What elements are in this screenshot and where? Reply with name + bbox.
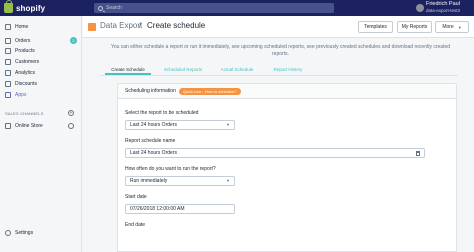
sidebar-item-label: Discounts xyxy=(15,80,37,87)
tab-scheduled-reports[interactable]: Scheduled Reports xyxy=(160,66,206,75)
quick-tour-button[interactable]: Quick tour - How to schedule? xyxy=(179,88,241,95)
frequency-label: How often do you want to run the report? xyxy=(125,166,216,172)
search-placeholder: Search xyxy=(106,5,122,11)
my-reports-button[interactable]: My Reports xyxy=(397,21,432,33)
home-icon xyxy=(5,23,11,30)
orders-count-badge: 2 xyxy=(70,37,77,44)
tab-bar: Create Schedule Scheduled Reports Actual… xyxy=(100,66,458,76)
sidebar-item-analytics[interactable]: Analytics xyxy=(0,67,82,78)
schedule-name-label: Report schedule name xyxy=(125,138,176,144)
schedule-name-field[interactable]: Last 24 hours Orders xyxy=(125,148,425,158)
brand-name: shopify xyxy=(16,3,46,13)
start-date-field[interactable]: 07/26/2018 12:00:00 AM xyxy=(125,204,235,214)
more-button-label: More xyxy=(442,24,454,30)
templates-button-label: Templates xyxy=(364,24,387,30)
sidebar-item-label: Settings xyxy=(15,229,34,236)
frequency-select[interactable]: Run immediately ▼ xyxy=(125,176,235,186)
store-icon xyxy=(5,122,11,129)
frequency-select-value: Run immediately xyxy=(130,178,168,184)
sidebar-item-label: Apps xyxy=(15,91,27,98)
card-header: Scheduling information Quick tour - How … xyxy=(118,84,456,99)
breadcrumb-separator: / xyxy=(139,21,142,30)
avatar[interactable] xyxy=(416,4,424,12)
shopify-logo[interactable]: shopify xyxy=(4,0,46,14)
sidebar: Home Orders 2 Products Customers Analyti… xyxy=(0,16,82,252)
sidebar-item-label: Customers xyxy=(15,58,40,65)
chevron-down-icon: ▼ xyxy=(226,178,230,183)
start-date-label: Start date xyxy=(125,194,147,200)
products-icon xyxy=(5,47,11,54)
breadcrumb[interactable]: Data Export xyxy=(100,21,142,30)
report-select-label: Select the report to be scheduled xyxy=(125,110,199,116)
sidebar-item-settings[interactable]: Settings xyxy=(0,227,82,238)
sidebar-item-label: Analytics xyxy=(15,69,36,76)
sidebar-item-home[interactable]: Home xyxy=(0,21,82,32)
sidebar-item-discounts[interactable]: Discounts xyxy=(0,78,82,89)
chevron-down-icon: ▼ xyxy=(226,122,230,127)
analytics-icon xyxy=(5,69,11,76)
customers-icon xyxy=(5,58,11,65)
my-reports-button-label: My Reports xyxy=(401,24,428,30)
more-button[interactable]: More ▼ xyxy=(435,21,469,33)
user-store: data-export-test3 xyxy=(426,8,461,13)
shopify-bag-icon xyxy=(4,0,13,13)
templates-button[interactable]: Templates xyxy=(358,21,393,33)
search-icon xyxy=(98,5,103,11)
discounts-icon xyxy=(5,80,11,87)
apps-icon xyxy=(5,91,11,98)
report-select[interactable]: Last 24 hours Orders ▼ xyxy=(125,120,235,130)
tab-actual-schedule[interactable]: Actual Schedule xyxy=(216,66,258,75)
sidebar-item-products[interactable]: Products xyxy=(0,45,82,56)
page-header: Data Export / Create schedule Templates … xyxy=(83,16,474,38)
view-online-store-icon[interactable] xyxy=(68,123,74,129)
sidebar-item-label: Orders xyxy=(15,37,31,44)
sidebar-item-label: Online Store xyxy=(15,122,43,129)
page-title: Create schedule xyxy=(147,21,206,30)
add-sales-channel-icon[interactable]: + xyxy=(68,110,74,116)
sidebar-item-apps[interactable]: Apps xyxy=(0,89,82,100)
trash-icon[interactable] xyxy=(416,151,420,156)
gear-icon xyxy=(5,229,11,236)
start-date-value: 07/26/2018 12:00:00 AM xyxy=(130,206,185,212)
data-export-app-icon xyxy=(88,23,96,31)
sidebar-item-label: Products xyxy=(15,47,35,54)
user-name: Friedrich Paul xyxy=(426,1,460,7)
search-input[interactable]: Search xyxy=(94,3,334,13)
report-select-value: Last 24 hours Orders xyxy=(130,122,177,128)
sidebar-item-label: Home xyxy=(15,23,29,30)
sidebar-item-customers[interactable]: Customers xyxy=(0,56,82,67)
scheduling-card: Scheduling information Quick tour - How … xyxy=(117,83,457,252)
orders-icon xyxy=(5,37,11,44)
section-title: Scheduling information xyxy=(125,88,176,94)
tab-create-schedule[interactable]: Create Schedule xyxy=(105,66,151,75)
chevron-down-icon: ▼ xyxy=(457,24,462,30)
schedule-name-value: Last 24 hours Orders xyxy=(130,150,177,156)
user-menu[interactable]: Friedrich Paul data-export-test3 xyxy=(426,1,460,14)
sales-channels-heading: SALES CHANNELS xyxy=(5,111,44,116)
end-date-label: End date xyxy=(125,222,146,228)
top-bar: shopify Search Friedrich Paul data-expor… xyxy=(0,0,474,16)
tab-report-history[interactable]: Report History xyxy=(270,66,306,75)
page-description: You can either schedule a report or run … xyxy=(110,44,451,57)
